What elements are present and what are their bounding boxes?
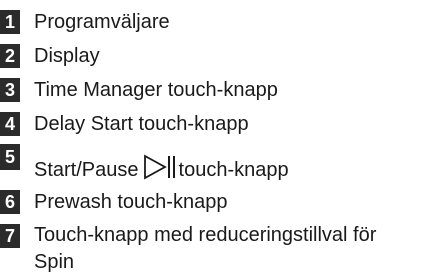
legend-item-label: Prewash touch-knapp (34, 191, 228, 213)
legend-item-label: Programväljare (34, 11, 170, 33)
number-badge: 5 (0, 144, 20, 170)
number-badge: 7 (0, 224, 20, 248)
legend-item-label: Touch-knapp med reduceringstillval för S… (34, 224, 377, 273)
number-badge: 4 (0, 112, 20, 136)
number-badge: 3 (0, 78, 20, 102)
legend-item-label: Display (34, 45, 100, 67)
touch-button-text: touch-knapp (178, 159, 289, 181)
legend-item-label: Start/Pause touch-knapp (34, 154, 289, 182)
play-pause-icon (143, 154, 177, 180)
start-pause-text: Start/Pause (34, 159, 139, 181)
number-badge: 6 (0, 190, 20, 214)
component-legend: 1 Programväljare 2 Display 3 Time Manage… (0, 0, 440, 273)
legend-item-label: Delay Start touch-knapp (34, 113, 249, 135)
number-badge: 2 (0, 44, 20, 68)
number-badge: 1 (0, 10, 20, 34)
legend-item-label: Time Manager touch-knapp (34, 79, 278, 101)
